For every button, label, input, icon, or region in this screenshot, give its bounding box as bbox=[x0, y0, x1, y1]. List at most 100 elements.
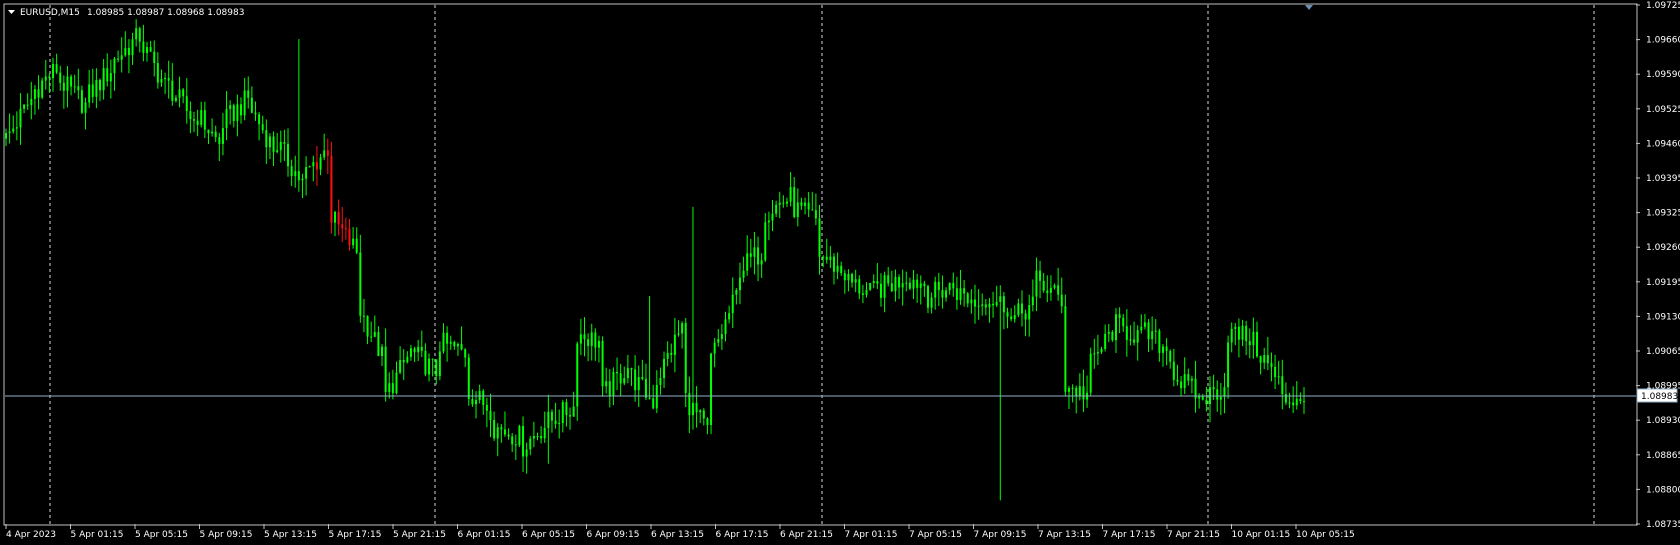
candle-body bbox=[1227, 342, 1230, 388]
candle-body bbox=[59, 72, 62, 83]
candle-body bbox=[1028, 305, 1031, 320]
candle-body bbox=[146, 47, 149, 54]
candle-body bbox=[923, 283, 926, 287]
candle-body bbox=[854, 279, 857, 283]
candle-body bbox=[1143, 322, 1146, 327]
candle-body bbox=[1165, 346, 1168, 352]
price-chart[interactable]: 1.09725 1.09660 1.09590 1.09525 1.09460 1.093… bbox=[0, 0, 1680, 545]
price-axis-label: 1.09525 bbox=[1646, 105, 1680, 115]
candle-body bbox=[1169, 351, 1172, 362]
candle-body bbox=[525, 449, 528, 457]
time-axis-label: 7 Apr 17:15 bbox=[1103, 530, 1156, 540]
candle-body bbox=[337, 211, 340, 225]
candle-body bbox=[858, 279, 861, 294]
candle-body bbox=[106, 68, 109, 82]
candle-body bbox=[377, 332, 380, 356]
candle-body bbox=[478, 390, 481, 401]
candle-body bbox=[120, 55, 123, 60]
candle-body bbox=[984, 304, 987, 308]
candle-body bbox=[178, 89, 181, 98]
candle-body bbox=[359, 252, 362, 316]
candle-body bbox=[117, 58, 120, 60]
candle-body bbox=[26, 104, 29, 106]
candle-body bbox=[203, 110, 206, 130]
candle-body bbox=[569, 415, 572, 417]
candle-body bbox=[782, 202, 785, 204]
candle-body bbox=[1190, 378, 1193, 381]
candle-body bbox=[626, 368, 629, 379]
candle-body bbox=[594, 332, 597, 348]
candle-body bbox=[305, 167, 308, 179]
candle-body bbox=[977, 305, 980, 307]
candle-body bbox=[605, 381, 608, 387]
candle-body bbox=[1093, 353, 1096, 355]
candle-body bbox=[1049, 287, 1052, 293]
candle-body bbox=[124, 47, 127, 56]
candle-body bbox=[695, 402, 698, 413]
candle bbox=[518, 424, 521, 448]
candle-body bbox=[33, 89, 36, 99]
candle-body bbox=[963, 288, 966, 294]
chart-header: EURUSD,M15 1.08985 1.08987 1.08968 1.089… bbox=[8, 8, 244, 18]
candle-body bbox=[865, 289, 868, 295]
chart-background bbox=[0, 0, 1680, 545]
time-axis-label: 5 Apr 13:15 bbox=[264, 530, 317, 540]
candle-body bbox=[290, 166, 293, 177]
candle-body bbox=[959, 288, 962, 301]
candle-body bbox=[247, 90, 250, 98]
candle-body bbox=[522, 425, 525, 457]
candle-body bbox=[1255, 331, 1258, 357]
candle-body bbox=[435, 359, 438, 377]
candle-body bbox=[518, 425, 521, 446]
candle-body bbox=[1284, 394, 1287, 403]
time-axis-label: 7 Apr 13:15 bbox=[1038, 530, 1091, 540]
candle-body bbox=[80, 90, 83, 113]
candle-body bbox=[1020, 303, 1023, 314]
candle-body bbox=[1129, 339, 1132, 341]
candle-body bbox=[164, 77, 167, 79]
candle-body bbox=[352, 238, 355, 246]
candle-body bbox=[1057, 285, 1060, 295]
time-axis-label: 7 Apr 05:15 bbox=[909, 530, 962, 540]
candle-body bbox=[1136, 330, 1139, 343]
candle-body bbox=[406, 356, 409, 363]
candle-body bbox=[1147, 322, 1150, 340]
candle-body bbox=[1216, 389, 1219, 400]
candle-body bbox=[767, 220, 770, 223]
candle-body bbox=[496, 427, 499, 439]
candle-body bbox=[543, 428, 546, 439]
candle-body bbox=[23, 104, 26, 109]
candle-body bbox=[1104, 333, 1107, 349]
candle-body bbox=[1241, 325, 1244, 340]
candle-body bbox=[1133, 339, 1136, 343]
candle-body bbox=[174, 97, 177, 101]
candle-body bbox=[908, 282, 911, 289]
candle-body bbox=[1064, 306, 1067, 392]
candle-body bbox=[261, 124, 264, 131]
time-axis-label: 5 Apr 21:15 bbox=[393, 530, 446, 540]
candle-body bbox=[836, 265, 839, 272]
candle-body bbox=[1006, 312, 1009, 317]
candle-body bbox=[308, 166, 311, 168]
candle-body bbox=[99, 79, 102, 91]
candle-body bbox=[1295, 398, 1298, 406]
candle-body bbox=[554, 420, 557, 425]
candle-body bbox=[424, 350, 427, 375]
candle-body bbox=[489, 410, 492, 421]
price-axis-label: 1.09195 bbox=[1646, 278, 1680, 288]
price-axis-label: 1.09460 bbox=[1646, 139, 1680, 149]
time-axis-label: 6 Apr 05:15 bbox=[522, 530, 575, 540]
candle-body bbox=[1234, 326, 1237, 329]
candle-body bbox=[355, 238, 358, 253]
candle-body bbox=[793, 187, 796, 218]
candle-body bbox=[301, 178, 304, 181]
candle-body bbox=[297, 171, 300, 181]
candle-body bbox=[992, 303, 995, 306]
candle-body bbox=[95, 79, 98, 97]
candle-body bbox=[576, 343, 579, 407]
candle-body bbox=[930, 297, 933, 308]
candle-body bbox=[1281, 376, 1284, 395]
candle-body bbox=[1100, 348, 1103, 353]
candle-body bbox=[724, 319, 727, 335]
candle-body bbox=[981, 304, 984, 306]
